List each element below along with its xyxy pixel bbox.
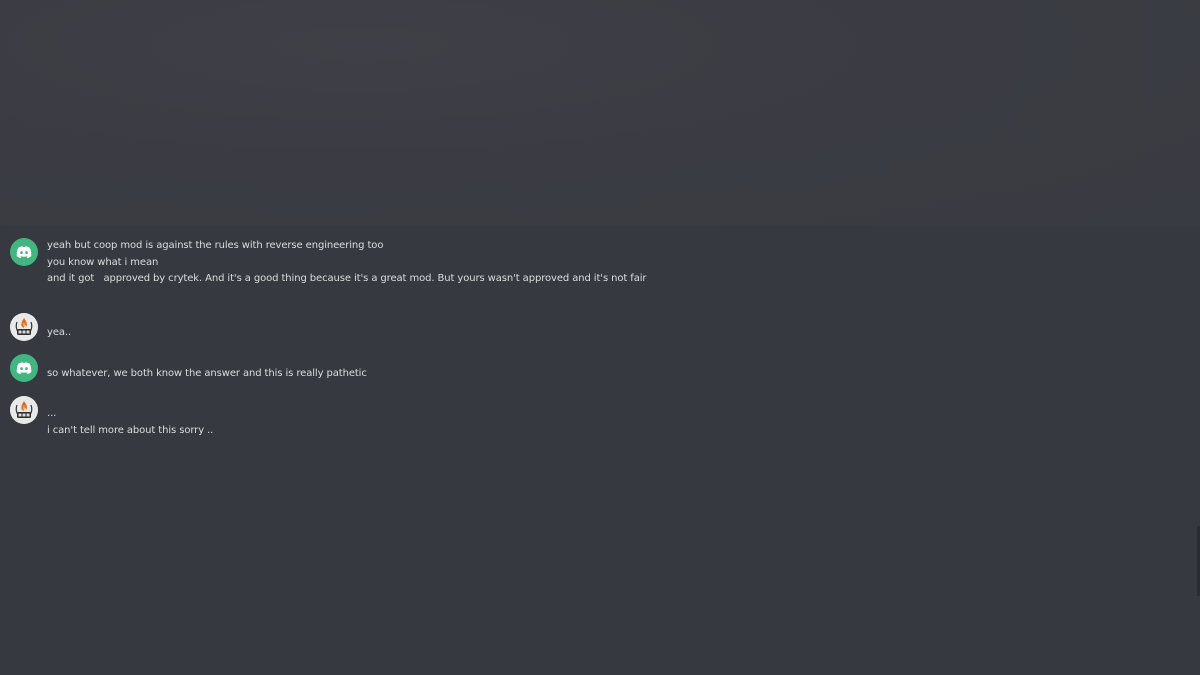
message-text: yea..: [47, 327, 72, 338]
discord-default-avatar-icon[interactable]: [10, 354, 38, 382]
message-text: you know what i mean: [47, 256, 159, 268]
discord-chat-screen: yeah but coop mod is against the rules w…: [0, 0, 1200, 675]
message-text: i can't tell more about this sorry ..: [47, 424, 214, 436]
discord-default-avatar-icon[interactable]: [10, 238, 38, 266]
message-list[interactable]: yeah but coop mod is against the rules w…: [0, 226, 1200, 675]
message-content: ... i can't tell more about this sorry .…: [47, 406, 213, 439]
message-content: yeah but coop mod is against the rules w…: [47, 238, 647, 288]
message-text: and it got approved by crytek. And it's …: [47, 273, 647, 284]
crew-logo-avatar-icon[interactable]: [10, 396, 38, 424]
message-text: ...: [47, 408, 57, 419]
message-content: yea..: [47, 325, 71, 342]
crew-logo-avatar-icon[interactable]: [10, 313, 38, 341]
message-text: yeah but coop mod is against the rules w…: [47, 240, 384, 251]
blurred-header-area: [0, 0, 1200, 226]
message-text: so whatever, we both know the answer and…: [47, 368, 367, 379]
message-content: so whatever, we both know the answer and…: [47, 366, 367, 383]
